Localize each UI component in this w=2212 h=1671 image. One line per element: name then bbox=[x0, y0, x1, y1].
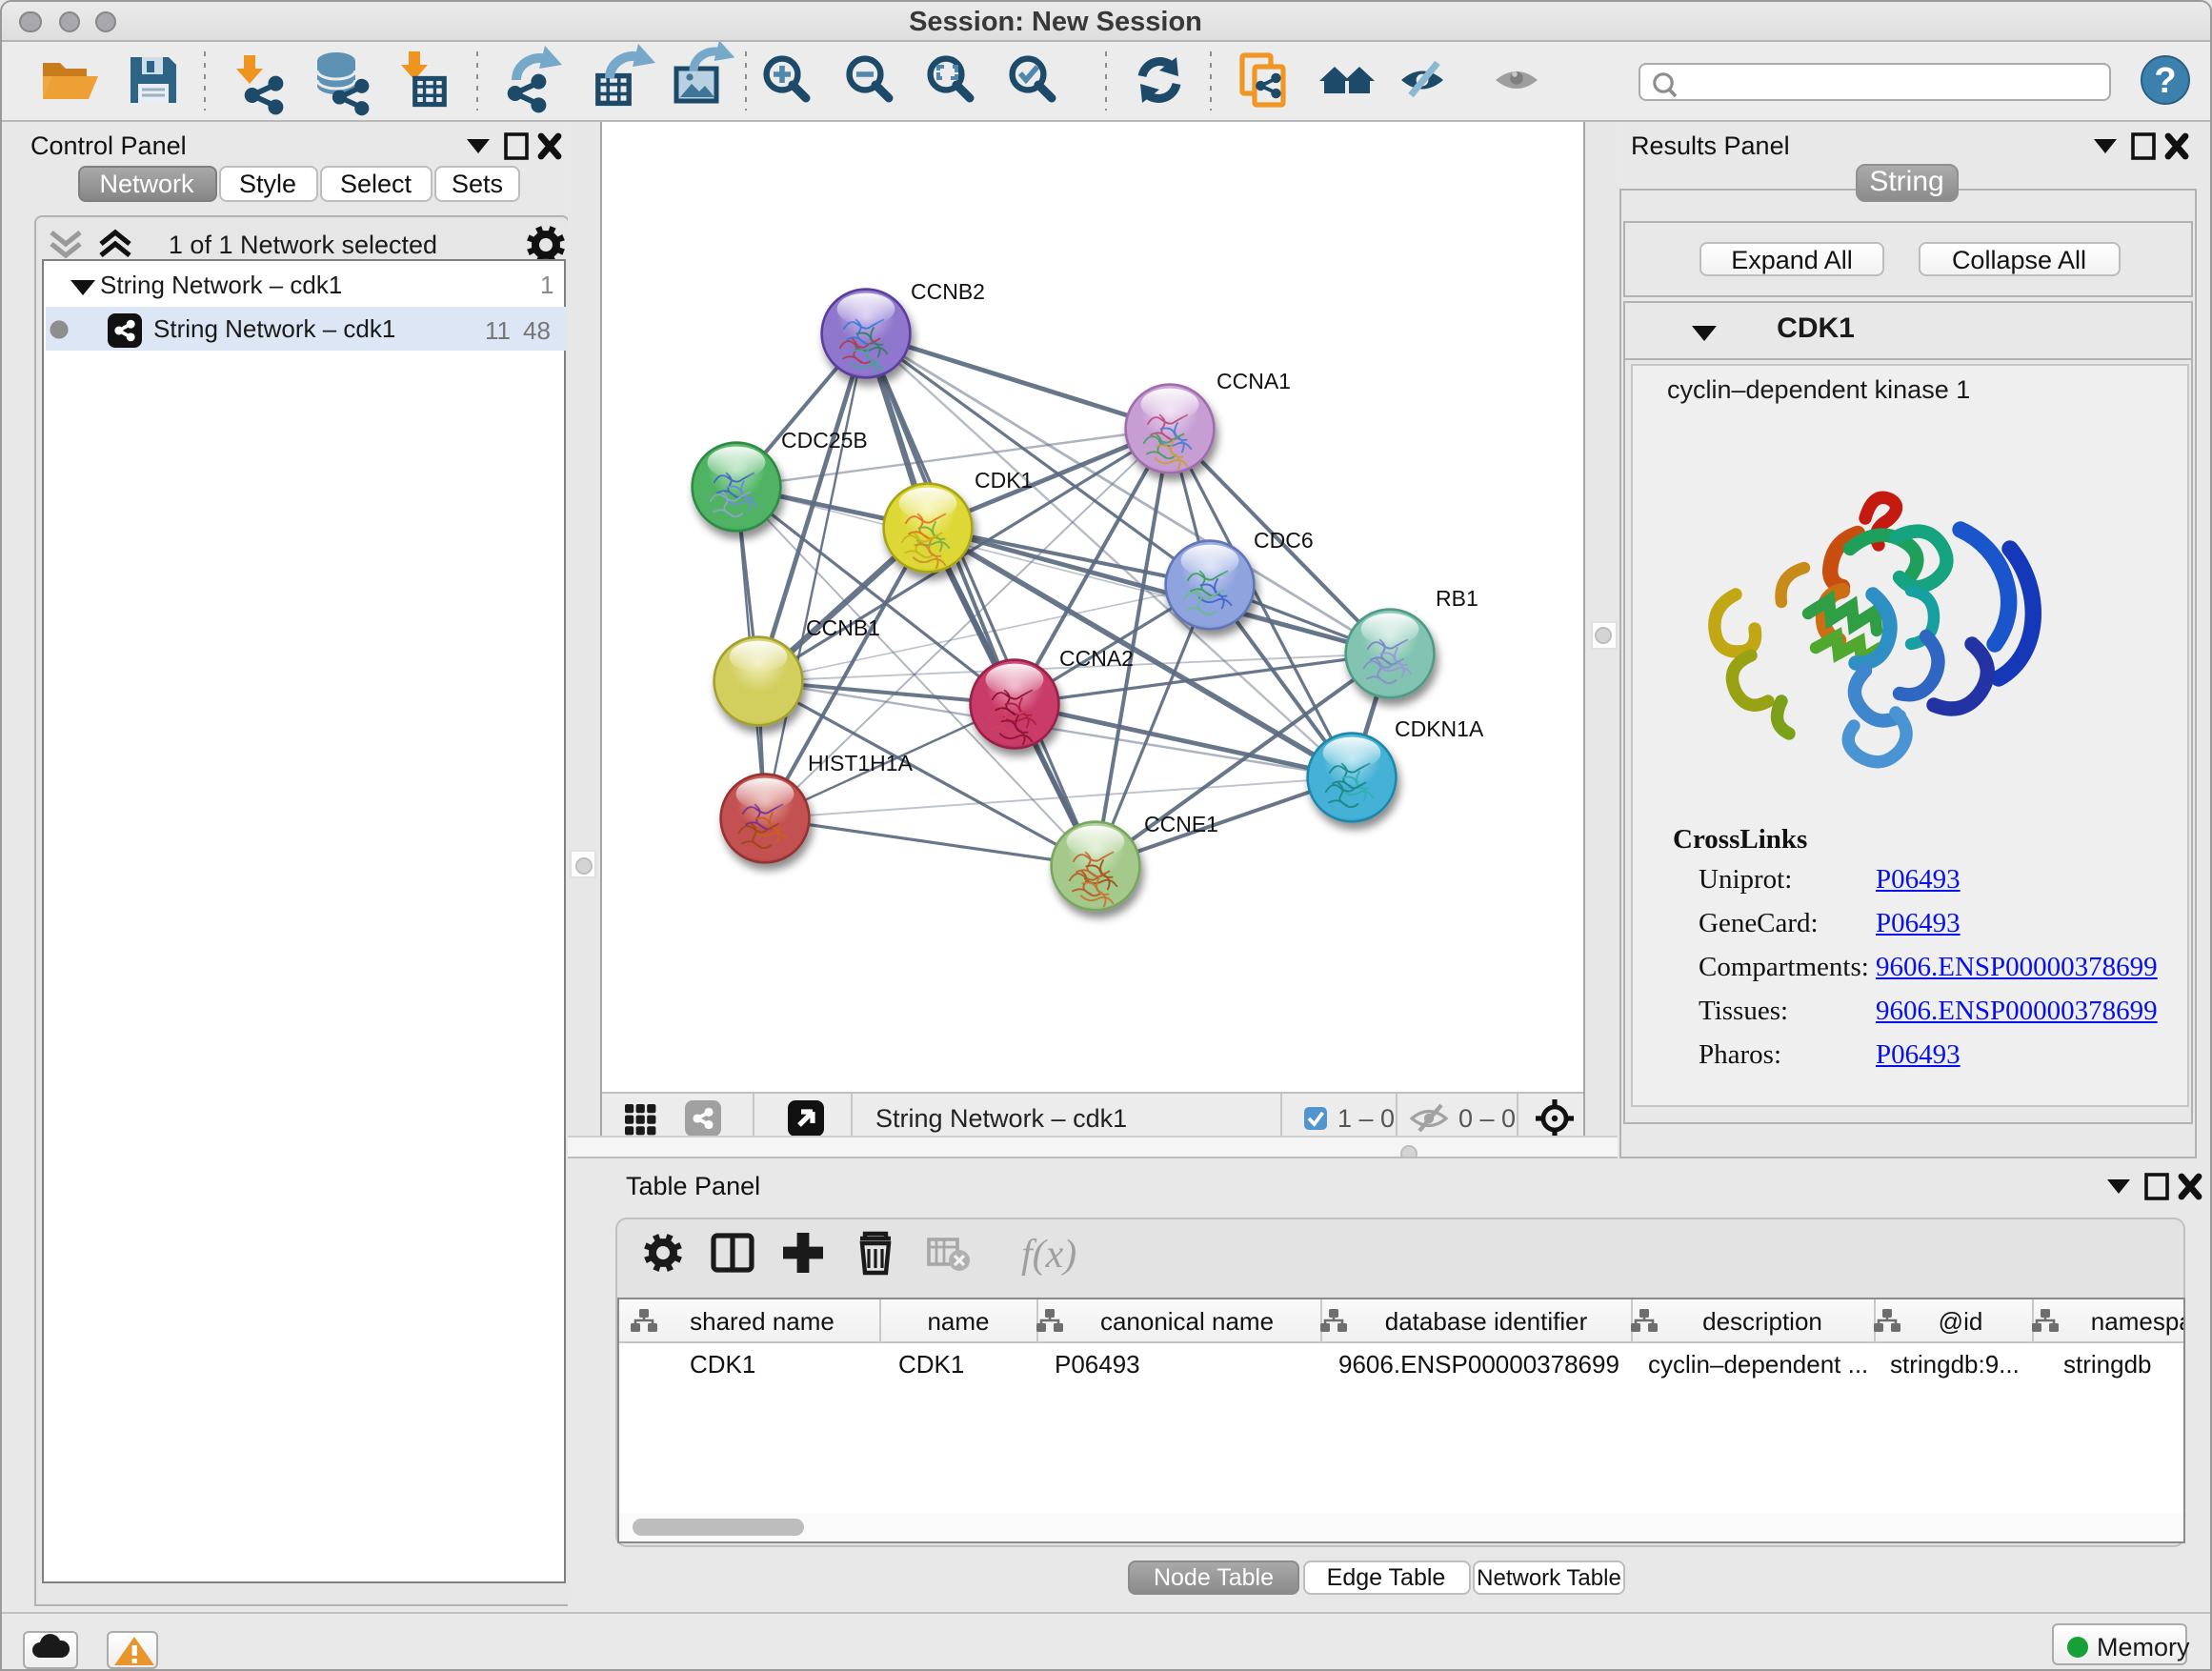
svg-text:RB1: RB1 bbox=[1436, 585, 1478, 610]
svg-text:String Network – cdk1: String Network – cdk1 bbox=[875, 1103, 1127, 1132]
svg-text:HIST1H1A: HIST1H1A bbox=[808, 750, 914, 775]
svg-text:description: description bbox=[1701, 1307, 1821, 1336]
svg-text:CDKN1A: CDKN1A bbox=[1395, 715, 1484, 740]
svg-text:CCNB1: CCNB1 bbox=[806, 614, 880, 639]
svg-text:database identifier: database identifier bbox=[1384, 1307, 1587, 1336]
svg-text:CDC6: CDC6 bbox=[1254, 527, 1314, 552]
svg-text:stringdb:9...: stringdb:9... bbox=[1889, 1350, 2019, 1379]
svg-text:CCNA1: CCNA1 bbox=[1217, 368, 1291, 393]
svg-text:@id: @id bbox=[1938, 1307, 1982, 1336]
svg-text:name: name bbox=[926, 1307, 988, 1336]
svg-text:f(x): f(x) bbox=[1021, 1232, 1076, 1276]
svg-text:CDK1: CDK1 bbox=[897, 1350, 963, 1379]
svg-text:CDC25B: CDC25B bbox=[781, 427, 868, 452]
svg-text:9606.ENSP00000378699: 9606.ENSP00000378699 bbox=[1337, 1350, 1619, 1379]
svg-text:CCNB2: CCNB2 bbox=[911, 278, 985, 303]
svg-text:0 – 0: 0 – 0 bbox=[1458, 1103, 1516, 1132]
svg-text:CDK1: CDK1 bbox=[689, 1350, 754, 1379]
svg-text:CCNE1: CCNE1 bbox=[1144, 811, 1218, 836]
svg-text:namespace: namespace bbox=[2090, 1307, 2182, 1336]
svg-text:CDK1: CDK1 bbox=[975, 467, 1033, 492]
svg-text:stringdb: stringdb bbox=[2062, 1350, 2151, 1379]
svg-text:1 – 0: 1 – 0 bbox=[1337, 1103, 1395, 1132]
svg-text:P06493: P06493 bbox=[1054, 1350, 1139, 1379]
svg-text:?: ? bbox=[2154, 61, 2176, 101]
svg-text:canonical name: canonical name bbox=[1099, 1307, 1273, 1336]
svg-text:shared name: shared name bbox=[689, 1307, 834, 1336]
svg-text:CCNA2: CCNA2 bbox=[1059, 645, 1134, 670]
svg-text:cyclin–dependent ...: cyclin–dependent ... bbox=[1647, 1350, 1867, 1379]
